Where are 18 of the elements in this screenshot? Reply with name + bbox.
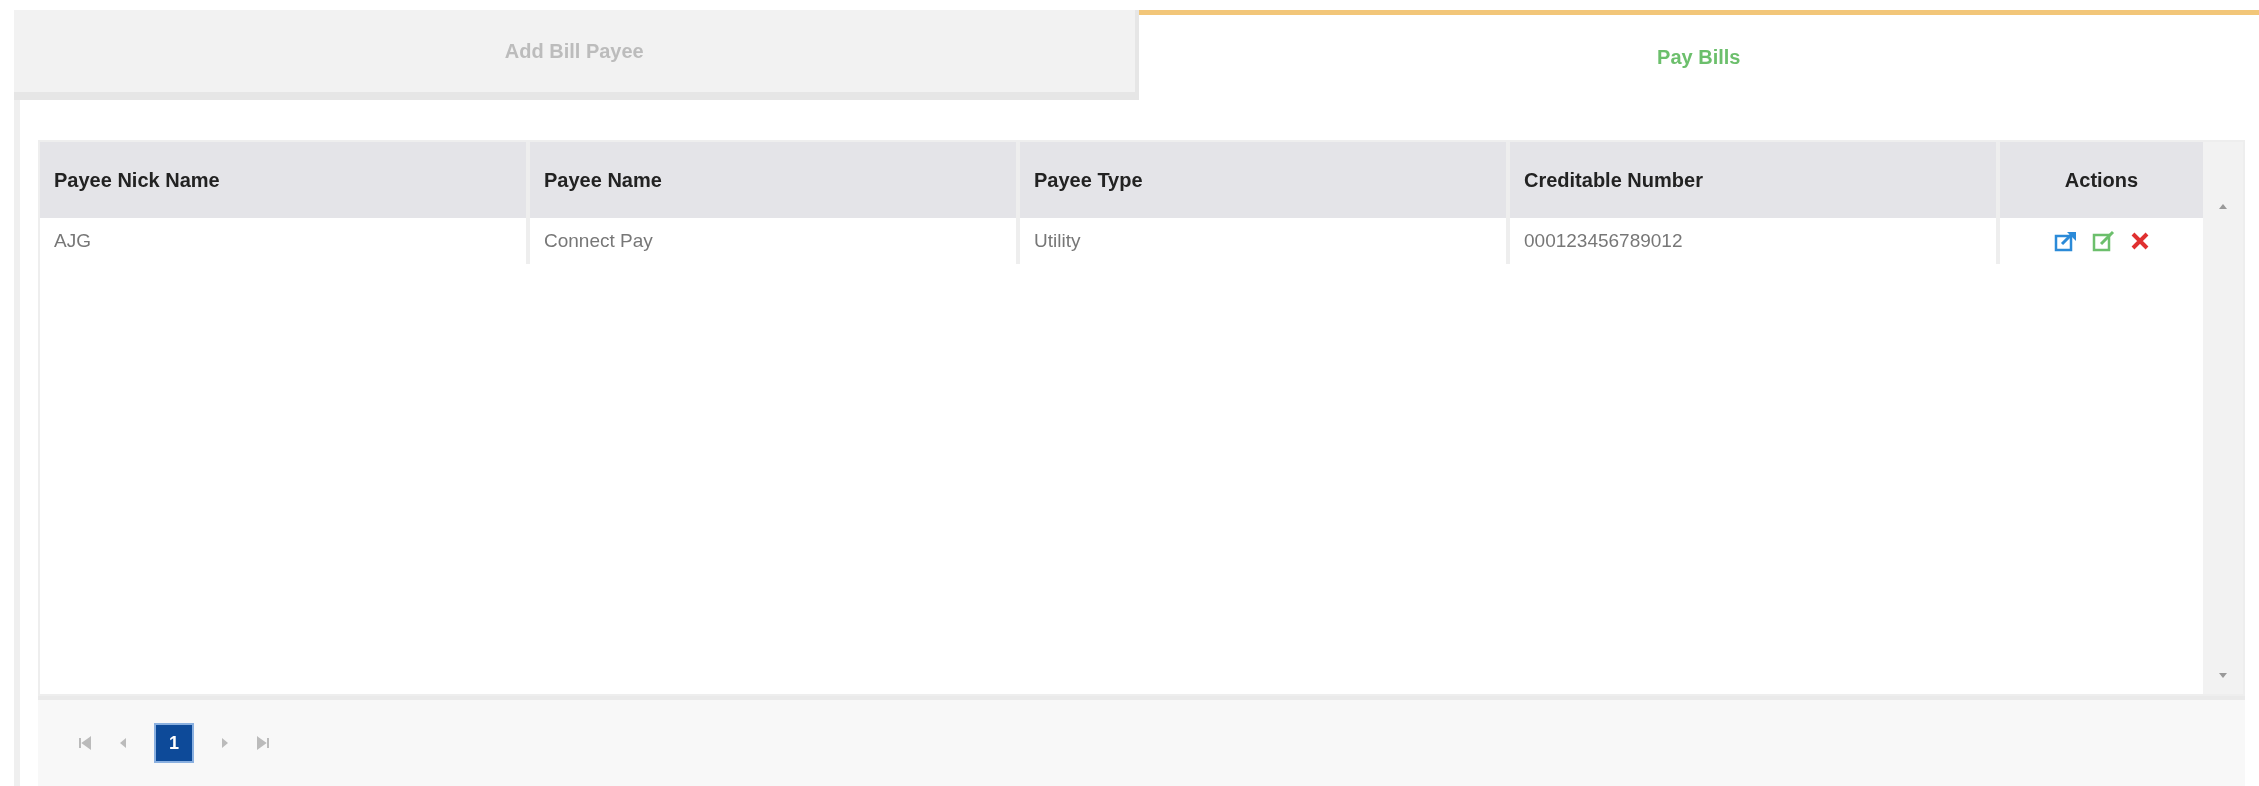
delete-icon[interactable] (2129, 231, 2150, 251)
scroll-down-icon[interactable] (2218, 672, 2228, 680)
table-cell: 000123456789012 (1510, 218, 2000, 264)
edit-icon[interactable] (2091, 230, 2116, 252)
column-header: Creditable Number (1510, 142, 2000, 218)
scrollbar[interactable] (2203, 142, 2243, 694)
scroll-up-icon[interactable] (2218, 202, 2228, 210)
column-header: Payee Type (1020, 142, 1510, 218)
column-header: Payee Nick Name (40, 142, 530, 218)
page-button[interactable]: 1 (154, 723, 194, 763)
column-header: Actions (2063, 167, 2140, 193)
share-icon[interactable] (2053, 230, 2078, 252)
first-page-icon[interactable] (78, 736, 92, 750)
column-header: Payee Name (530, 142, 1020, 218)
table-cell: Utility (1020, 218, 1510, 264)
last-page-icon[interactable] (256, 736, 270, 750)
table-cell: AJG (40, 218, 530, 264)
table-cell: Connect Pay (530, 218, 1020, 264)
